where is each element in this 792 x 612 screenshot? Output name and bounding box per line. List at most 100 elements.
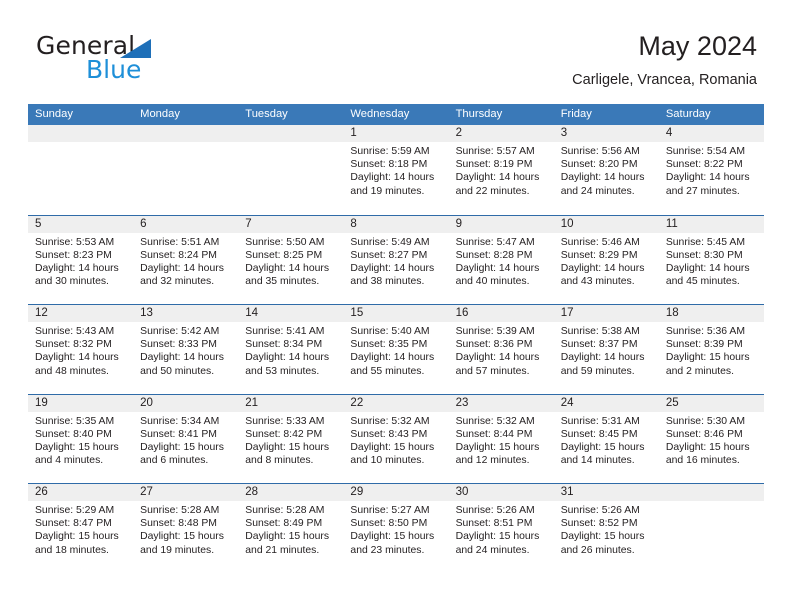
calendar-weeks: 1 Sunrise: 5:59 AM Sunset: 8:18 PM Daylight… [28, 125, 764, 573]
calendar-day-cell[interactable]: 26 Sunrise: 5:29 AM Sunset: 8:47 PM Dayligh… [28, 484, 134, 573]
calendar-day-cell[interactable]: 9 Sunrise: 5:47 AM Sunset: 8:28 PM Daylight… [448, 215, 554, 304]
daylight-duration-line2: and 4 minutes. [35, 455, 104, 467]
daylight-duration-line2: and 12 minutes. [455, 455, 530, 467]
sunrise-time: Sunrise: 5:38 AM [560, 326, 640, 337]
sunset-time: Sunset: 8:34 PM [245, 339, 323, 351]
sunrise-time: Sunrise: 5:51 AM [140, 236, 220, 248]
day-number: 4 [658, 125, 764, 142]
daylight-duration-line1: Daylight: 14 hours [35, 262, 119, 274]
calendar-day-cell[interactable]: 19 Sunrise: 5:35 AM Sunset: 8:40 PM Dayligh… [28, 394, 134, 483]
sunrise-time: Sunrise: 5:28 AM [245, 505, 325, 516]
calendar-day-cell[interactable]: 29 Sunrise: 5:27 AM Sunset: 8:50 PM Dayligh… [343, 484, 449, 573]
sunrise-time: Sunrise: 5:45 AM [665, 236, 745, 248]
daylight-duration-line1: Daylight: 14 hours [560, 262, 645, 274]
brand-logo[interactable]: General Blue [36, 33, 256, 89]
daylight-duration-line2: and 19 minutes. [140, 544, 215, 556]
calendar-day-cell[interactable]: 3 Sunrise: 5:56 AM Sunset: 8:20 PM Daylight… [553, 125, 659, 215]
day-sun-info: Sunrise: 5:45 AM Sunset: 8:30 PM Daylight:… [659, 233, 764, 289]
day-number: 17 [553, 305, 659, 322]
calendar-day-cell[interactable]: 13 Sunrise: 5:42 AM Sunset: 8:33 PM Dayligh… [133, 305, 239, 394]
calendar-day-cell[interactable]: 10 Sunrise: 5:46 AM Sunset: 8:29 PM Dayligh… [553, 215, 659, 304]
calendar-day-cell[interactable]: 15 Sunrise: 5:40 AM Sunset: 8:35 PM Dayligh… [343, 305, 449, 394]
calendar-day-cell[interactable]: 20 Sunrise: 5:34 AM Sunset: 8:41 PM Dayligh… [133, 394, 239, 483]
calendar-day-cell[interactable]: 6 Sunrise: 5:51 AM Sunset: 8:24 PM Daylight… [133, 215, 239, 304]
day-number: 1 [343, 125, 449, 142]
day-sun-info: Sunrise: 5:46 AM Sunset: 8:29 PM Daylight:… [554, 233, 659, 289]
calendar-day-cell[interactable]: 11 Sunrise: 5:45 AM Sunset: 8:30 PM Dayligh… [658, 215, 764, 304]
sunset-time: Sunset: 8:48 PM [140, 518, 217, 530]
day-sun-info: Sunrise: 5:36 AM Sunset: 8:39 PM Daylight:… [659, 322, 764, 378]
sunrise-time: Sunrise: 5:32 AM [350, 415, 430, 427]
sunrise-time: Sunrise: 5:43 AM [35, 326, 115, 337]
weekday-header-saturday: Saturday [665, 108, 711, 120]
daylight-duration-line2: and 6 minutes. [140, 455, 209, 467]
calendar-page: General Blue May 2024 Carligele, Vrancea… [0, 0, 792, 612]
daylight-duration-line2: and 22 minutes. [455, 185, 530, 197]
calendar-grid: Sunday Monday Tuesday Wednesday Thursday Frid… [28, 104, 764, 573]
calendar-day-cell-empty [28, 125, 134, 215]
day-number: 10 [553, 215, 659, 233]
daylight-duration-line1: Daylight: 15 hours [455, 531, 540, 543]
daylight-duration-line1: Daylight: 14 hours [455, 172, 540, 184]
day-sun-info: Sunrise: 5:35 AM Sunset: 8:40 PM Daylight:… [28, 412, 133, 468]
calendar-day-cell[interactable]: 2 Sunrise: 5:57 AM Sunset: 8:19 PM Daylight… [448, 125, 554, 215]
calendar-day-cell[interactable]: 30 Sunrise: 5:26 AM Sunset: 8:51 PM Dayligh… [448, 484, 554, 573]
daylight-duration-line2: and 50 minutes. [140, 365, 215, 377]
day-number: 15 [343, 305, 449, 322]
calendar-day-cell[interactable]: 28 Sunrise: 5:28 AM Sunset: 8:49 PM Dayligh… [238, 484, 344, 573]
day-number [133, 125, 239, 142]
weekday-header-row: Sunday Monday Tuesday Wednesday Thursday Frid… [28, 104, 764, 125]
daylight-duration-line2: and 35 minutes. [245, 276, 320, 288]
day-number: 25 [658, 394, 764, 412]
calendar-day-cell[interactable]: 8 Sunrise: 5:49 AM Sunset: 8:27 PM Daylight… [343, 215, 449, 304]
sunset-time: Sunset: 8:41 PM [140, 428, 217, 440]
daylight-duration-line2: and 8 minutes. [245, 455, 314, 467]
sunrise-time: Sunrise: 5:39 AM [455, 326, 535, 337]
daylight-duration-line1: Daylight: 15 hours [560, 531, 645, 543]
day-sun-info: Sunrise: 5:47 AM Sunset: 8:28 PM Daylight:… [449, 233, 554, 289]
calendar-day-cell[interactable]: 22 Sunrise: 5:32 AM Sunset: 8:43 PM Dayligh… [343, 394, 449, 483]
calendar-day-cell[interactable]: 12 Sunrise: 5:43 AM Sunset: 8:32 PM Dayligh… [28, 305, 134, 394]
sunrise-time: Sunrise: 5:27 AM [350, 505, 430, 516]
daylight-duration-line2: and 48 minutes. [35, 365, 109, 377]
sunset-time: Sunset: 8:50 PM [350, 518, 428, 530]
day-number: 19 [28, 394, 134, 412]
calendar-day-cell[interactable]: 14 Sunrise: 5:41 AM Sunset: 8:34 PM Dayligh… [238, 305, 344, 394]
day-sun-info: Sunrise: 5:54 AM Sunset: 8:22 PM Daylight:… [659, 142, 764, 198]
calendar-day-cell[interactable]: 16 Sunrise: 5:39 AM Sunset: 8:36 PM Dayligh… [448, 305, 554, 394]
calendar-day-cell[interactable]: 31 Sunrise: 5:26 AM Sunset: 8:52 PM Dayligh… [553, 484, 659, 573]
sunset-time: Sunset: 8:40 PM [35, 428, 112, 440]
day-sun-info: Sunrise: 5:30 AM Sunset: 8:46 PM Daylight:… [659, 412, 764, 468]
calendar-day-cell[interactable]: 7 Sunrise: 5:50 AM Sunset: 8:25 PM Daylight… [238, 215, 344, 304]
sunset-time: Sunset: 8:42 PM [245, 428, 323, 440]
weekday-header-sunday: Sunday [35, 108, 73, 120]
calendar-day-cell[interactable]: 18 Sunrise: 5:36 AM Sunset: 8:39 PM Dayligh… [658, 305, 764, 394]
sunset-time: Sunset: 8:30 PM [665, 249, 743, 261]
calendar-day-cell[interactable]: 24 Sunrise: 5:31 AM Sunset: 8:45 PM Dayligh… [553, 394, 659, 483]
calendar-day-cell[interactable]: 21 Sunrise: 5:33 AM Sunset: 8:42 PM Dayligh… [238, 394, 344, 483]
day-sun-info: Sunrise: 5:57 AM Sunset: 8:19 PM Daylight:… [449, 142, 554, 198]
calendar-day-cell[interactable]: 27 Sunrise: 5:28 AM Sunset: 8:48 PM Dayligh… [133, 484, 239, 573]
calendar-day-cell[interactable]: 5 Sunrise: 5:53 AM Sunset: 8:23 PM Daylight… [28, 215, 134, 304]
day-number: 12 [28, 305, 134, 322]
day-sun-info: Sunrise: 5:32 AM Sunset: 8:43 PM Daylight:… [343, 412, 448, 468]
calendar-day-cell[interactable]: 4 Sunrise: 5:54 AM Sunset: 8:22 PM Daylight… [658, 125, 764, 215]
daylight-duration-line1: Daylight: 15 hours [350, 441, 435, 453]
day-number: 16 [448, 305, 554, 322]
calendar-day-cell[interactable]: 23 Sunrise: 5:32 AM Sunset: 8:44 PM Dayligh… [448, 394, 554, 483]
daylight-duration-line2: and 53 minutes. [245, 365, 320, 377]
daylight-duration-line2: and 19 minutes. [350, 185, 425, 197]
day-sun-info: Sunrise: 5:56 AM Sunset: 8:20 PM Daylight:… [554, 142, 659, 198]
day-sun-info: Sunrise: 5:34 AM Sunset: 8:41 PM Daylight:… [133, 412, 238, 468]
day-number: 3 [553, 125, 659, 142]
sunrise-time: Sunrise: 5:50 AM [245, 236, 325, 248]
daylight-duration-line2: and 10 minutes. [350, 455, 425, 467]
day-number: 20 [133, 394, 239, 412]
day-sun-info: Sunrise: 5:28 AM Sunset: 8:48 PM Daylight:… [133, 501, 238, 557]
calendar-day-cell[interactable]: 25 Sunrise: 5:30 AM Sunset: 8:46 PM Dayligh… [658, 394, 764, 483]
daylight-duration-line2: and 43 minutes. [560, 276, 635, 288]
calendar-day-cell[interactable]: 1 Sunrise: 5:59 AM Sunset: 8:18 PM Daylight… [343, 125, 449, 215]
daylight-duration-line1: Daylight: 14 hours [560, 172, 645, 184]
calendar-day-cell[interactable]: 17 Sunrise: 5:38 AM Sunset: 8:37 PM Dayligh… [553, 305, 659, 394]
sunrise-time: Sunrise: 5:30 AM [665, 415, 745, 427]
